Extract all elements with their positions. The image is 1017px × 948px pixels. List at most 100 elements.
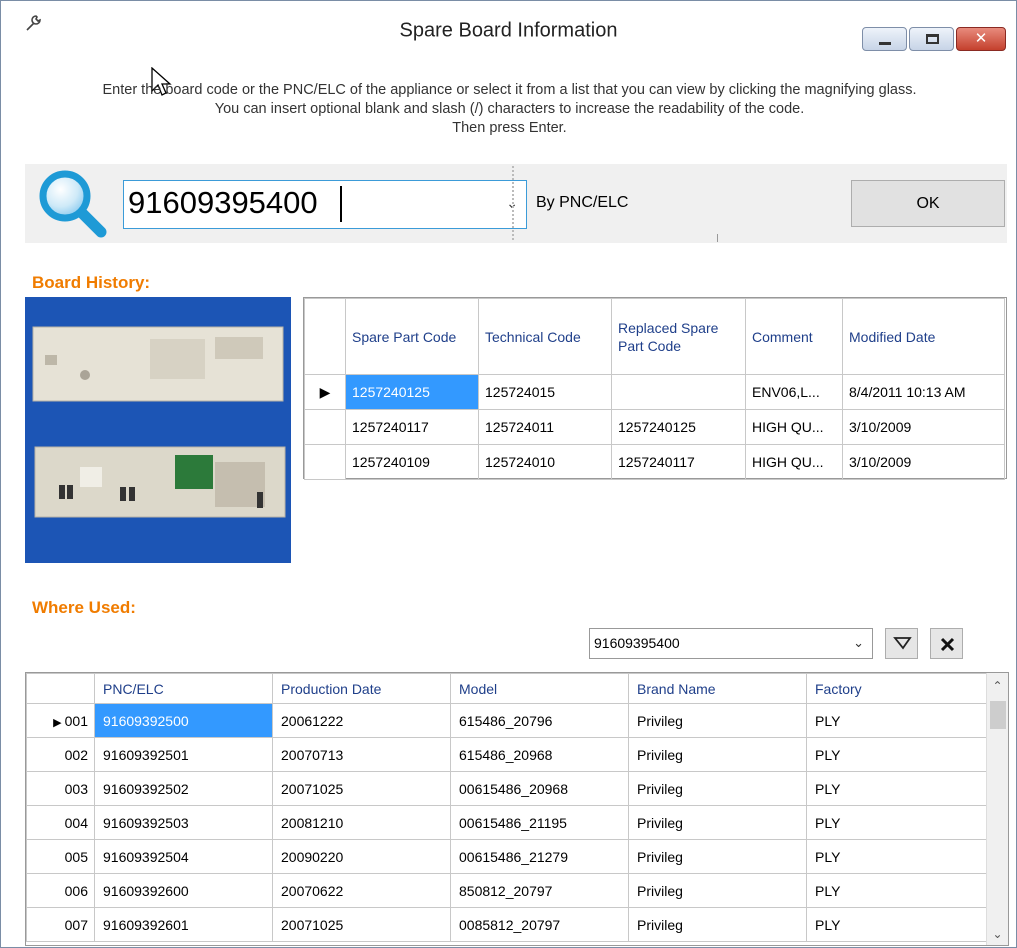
row-header[interactable]: 007 <box>26 907 95 942</box>
row-header[interactable]: 003 <box>26 771 95 806</box>
table-row[interactable]: 005 91609392504 20090220 00615486_21279 Priv… <box>26 839 989 874</box>
table-cell[interactable]: Privileg <box>628 703 807 738</box>
table-cell[interactable]: Privileg <box>628 737 807 772</box>
table-cell[interactable]: PLY <box>806 703 989 738</box>
table-cell[interactable]: HIGH QU... <box>745 444 843 480</box>
row-pointer-icon: ▶ <box>53 716 65 729</box>
table-cell[interactable]: 20070622 <box>272 873 451 908</box>
table-cell[interactable]: 615486_20968 <box>450 737 629 772</box>
row-header[interactable]: 006 <box>26 873 95 908</box>
table-cell[interactable]: 1257240117 <box>611 444 746 480</box>
table-cell[interactable]: 0085812_20797 <box>450 907 629 942</box>
minimize-icon <box>879 42 891 45</box>
table-cell[interactable]: PLY <box>806 737 989 772</box>
table-row[interactable]: 004 91609392503 20081210 00615486_21195 Priv… <box>26 805 989 840</box>
table-cell[interactable]: 91609392601 <box>94 907 273 942</box>
table-cell[interactable]: 91609392502 <box>94 771 273 806</box>
column-header[interactable]: Modified Date <box>842 298 1005 375</box>
column-header[interactable]: Factory <box>806 673 989 704</box>
scroll-down-icon[interactable]: ⌄ <box>987 927 1008 941</box>
column-header[interactable]: Technical Code <box>478 298 612 375</box>
row-header[interactable] <box>304 409 346 445</box>
table-cell[interactable]: 125724011 <box>478 409 612 445</box>
table-cell[interactable]: 91609392500 <box>94 703 273 738</box>
close-button[interactable]: ✕ <box>956 27 1006 51</box>
table-cell[interactable]: 8/4/2011 10:13 AM <box>842 374 1005 410</box>
board-code-combobox[interactable]: 91609395400 ⌄ <box>123 180 527 229</box>
column-header[interactable]: PNC/ELC <box>94 673 273 704</box>
table-cell[interactable]: 125724015 <box>478 374 612 410</box>
table-cell[interactable]: Privileg <box>628 873 807 908</box>
table-cell[interactable]: 20071025 <box>272 771 451 806</box>
column-header[interactable]: Model <box>450 673 629 704</box>
table-cell[interactable]: Privileg <box>628 839 807 874</box>
table-row[interactable]: 003 91609392502 20071025 00615486_20968 Priv… <box>26 771 989 806</box>
table-cell[interactable]: 91609392501 <box>94 737 273 772</box>
table-cell[interactable]: HIGH QU... <box>745 409 843 445</box>
row-header[interactable]: 005 <box>26 839 95 874</box>
table-cell[interactable]: PLY <box>806 873 989 908</box>
maximize-button[interactable] <box>909 27 954 51</box>
table-cell[interactable]: 3/10/2009 <box>842 409 1005 445</box>
column-header[interactable]: Spare Part Code <box>345 298 479 375</box>
column-header[interactable]: Comment <box>745 298 843 375</box>
table-row[interactable]: 006 91609392600 20070622 850812_20797 Privil… <box>26 873 989 908</box>
table-cell[interactable]: 20081210 <box>272 805 451 840</box>
table-cell[interactable]: 91609392504 <box>94 839 273 874</box>
vertical-scrollbar[interactable]: ⌃ ⌄ <box>986 673 1008 945</box>
table-cell[interactable]: Privileg <box>628 907 807 942</box>
table-row[interactable]: 007 91609392601 20071025 0085812_20797 Privi… <box>26 907 989 942</box>
table-cell[interactable]: 91609392503 <box>94 805 273 840</box>
table-cell[interactable]: 91609392600 <box>94 873 273 908</box>
where-used-filter-combobox[interactable]: 91609395400 ⌄ <box>589 628 873 659</box>
table-cell[interactable]: 00615486_21195 <box>450 805 629 840</box>
table-row[interactable]: 1257240117 125724011 1257240125 HIGH QU.… <box>304 409 1005 445</box>
row-header[interactable]: 002 <box>26 737 95 772</box>
table-cell[interactable]: Privileg <box>628 771 807 806</box>
table-cell[interactable]: 125724010 <box>478 444 612 480</box>
table-cell[interactable]: 615486_20796 <box>450 703 629 738</box>
table-row[interactable]: 002 91609392501 20070713 615486_20968 Privil… <box>26 737 989 772</box>
table-cell[interactable]: 850812_20797 <box>450 873 629 908</box>
table-cell[interactable]: PLY <box>806 771 989 806</box>
board-history-grid[interactable]: Spare Part Code Technical Code Replaced … <box>303 297 1007 480</box>
title-bar: Spare Board Information ✕ <box>1 1 1016 51</box>
table-cell[interactable] <box>611 374 746 410</box>
row-header[interactable] <box>304 444 346 480</box>
row-header[interactable]: ▶ 001 <box>26 703 95 738</box>
table-row[interactable]: 1257240109 125724010 1257240117 HIGH QU.… <box>304 444 1005 480</box>
magnifier-icon[interactable] <box>35 168 113 240</box>
table-cell[interactable]: PLY <box>806 839 989 874</box>
table-cell[interactable]: 1257240125 <box>345 374 479 410</box>
column-header[interactable]: Replaced Spare Part Code <box>611 298 746 375</box>
table-cell[interactable]: 20061222 <box>272 703 451 738</box>
scroll-up-icon[interactable]: ⌃ <box>987 679 1008 693</box>
minimize-button[interactable] <box>862 27 907 51</box>
ok-button[interactable]: OK <box>851 180 1005 227</box>
table-cell[interactable]: 20090220 <box>272 839 451 874</box>
table-cell[interactable]: 1257240109 <box>345 444 479 480</box>
table-cell[interactable]: 3/10/2009 <box>842 444 1005 480</box>
table-cell[interactable]: 1257240117 <box>345 409 479 445</box>
clear-filter-button[interactable] <box>930 628 963 659</box>
table-cell[interactable]: 20070713 <box>272 737 451 772</box>
where-used-grid[interactable]: PNC/ELC Production Date Model Brand Name… <box>25 672 1009 946</box>
board-code-input[interactable]: 91609395400 <box>128 185 318 221</box>
table-cell[interactable]: PLY <box>806 805 989 840</box>
table-row[interactable]: ▶ 001 91609392500 20061222 615486_20796 Priv… <box>26 703 989 738</box>
table-cell[interactable]: Privileg <box>628 805 807 840</box>
row-header[interactable]: 004 <box>26 805 95 840</box>
table-cell[interactable]: ENV06,L... <box>745 374 843 410</box>
table-cell[interactable]: 20071025 <box>272 907 451 942</box>
table-cell[interactable]: 00615486_21279 <box>450 839 629 874</box>
filter-button[interactable] <box>885 628 918 659</box>
table-cell[interactable]: 00615486_20968 <box>450 771 629 806</box>
table-cell[interactable]: PLY <box>806 907 989 942</box>
column-header[interactable]: Production Date <box>272 673 451 704</box>
column-header[interactable]: Brand Name <box>628 673 807 704</box>
table-row[interactable]: ▶ 1257240125 125724015 ENV06,L... 8/4/20… <box>304 374 1005 410</box>
chevron-down-icon[interactable]: ⌄ <box>853 635 864 651</box>
table-cell[interactable]: 1257240125 <box>611 409 746 445</box>
row-pointer-icon[interactable]: ▶ <box>304 374 346 410</box>
scrollbar-thumb[interactable] <box>990 701 1006 729</box>
